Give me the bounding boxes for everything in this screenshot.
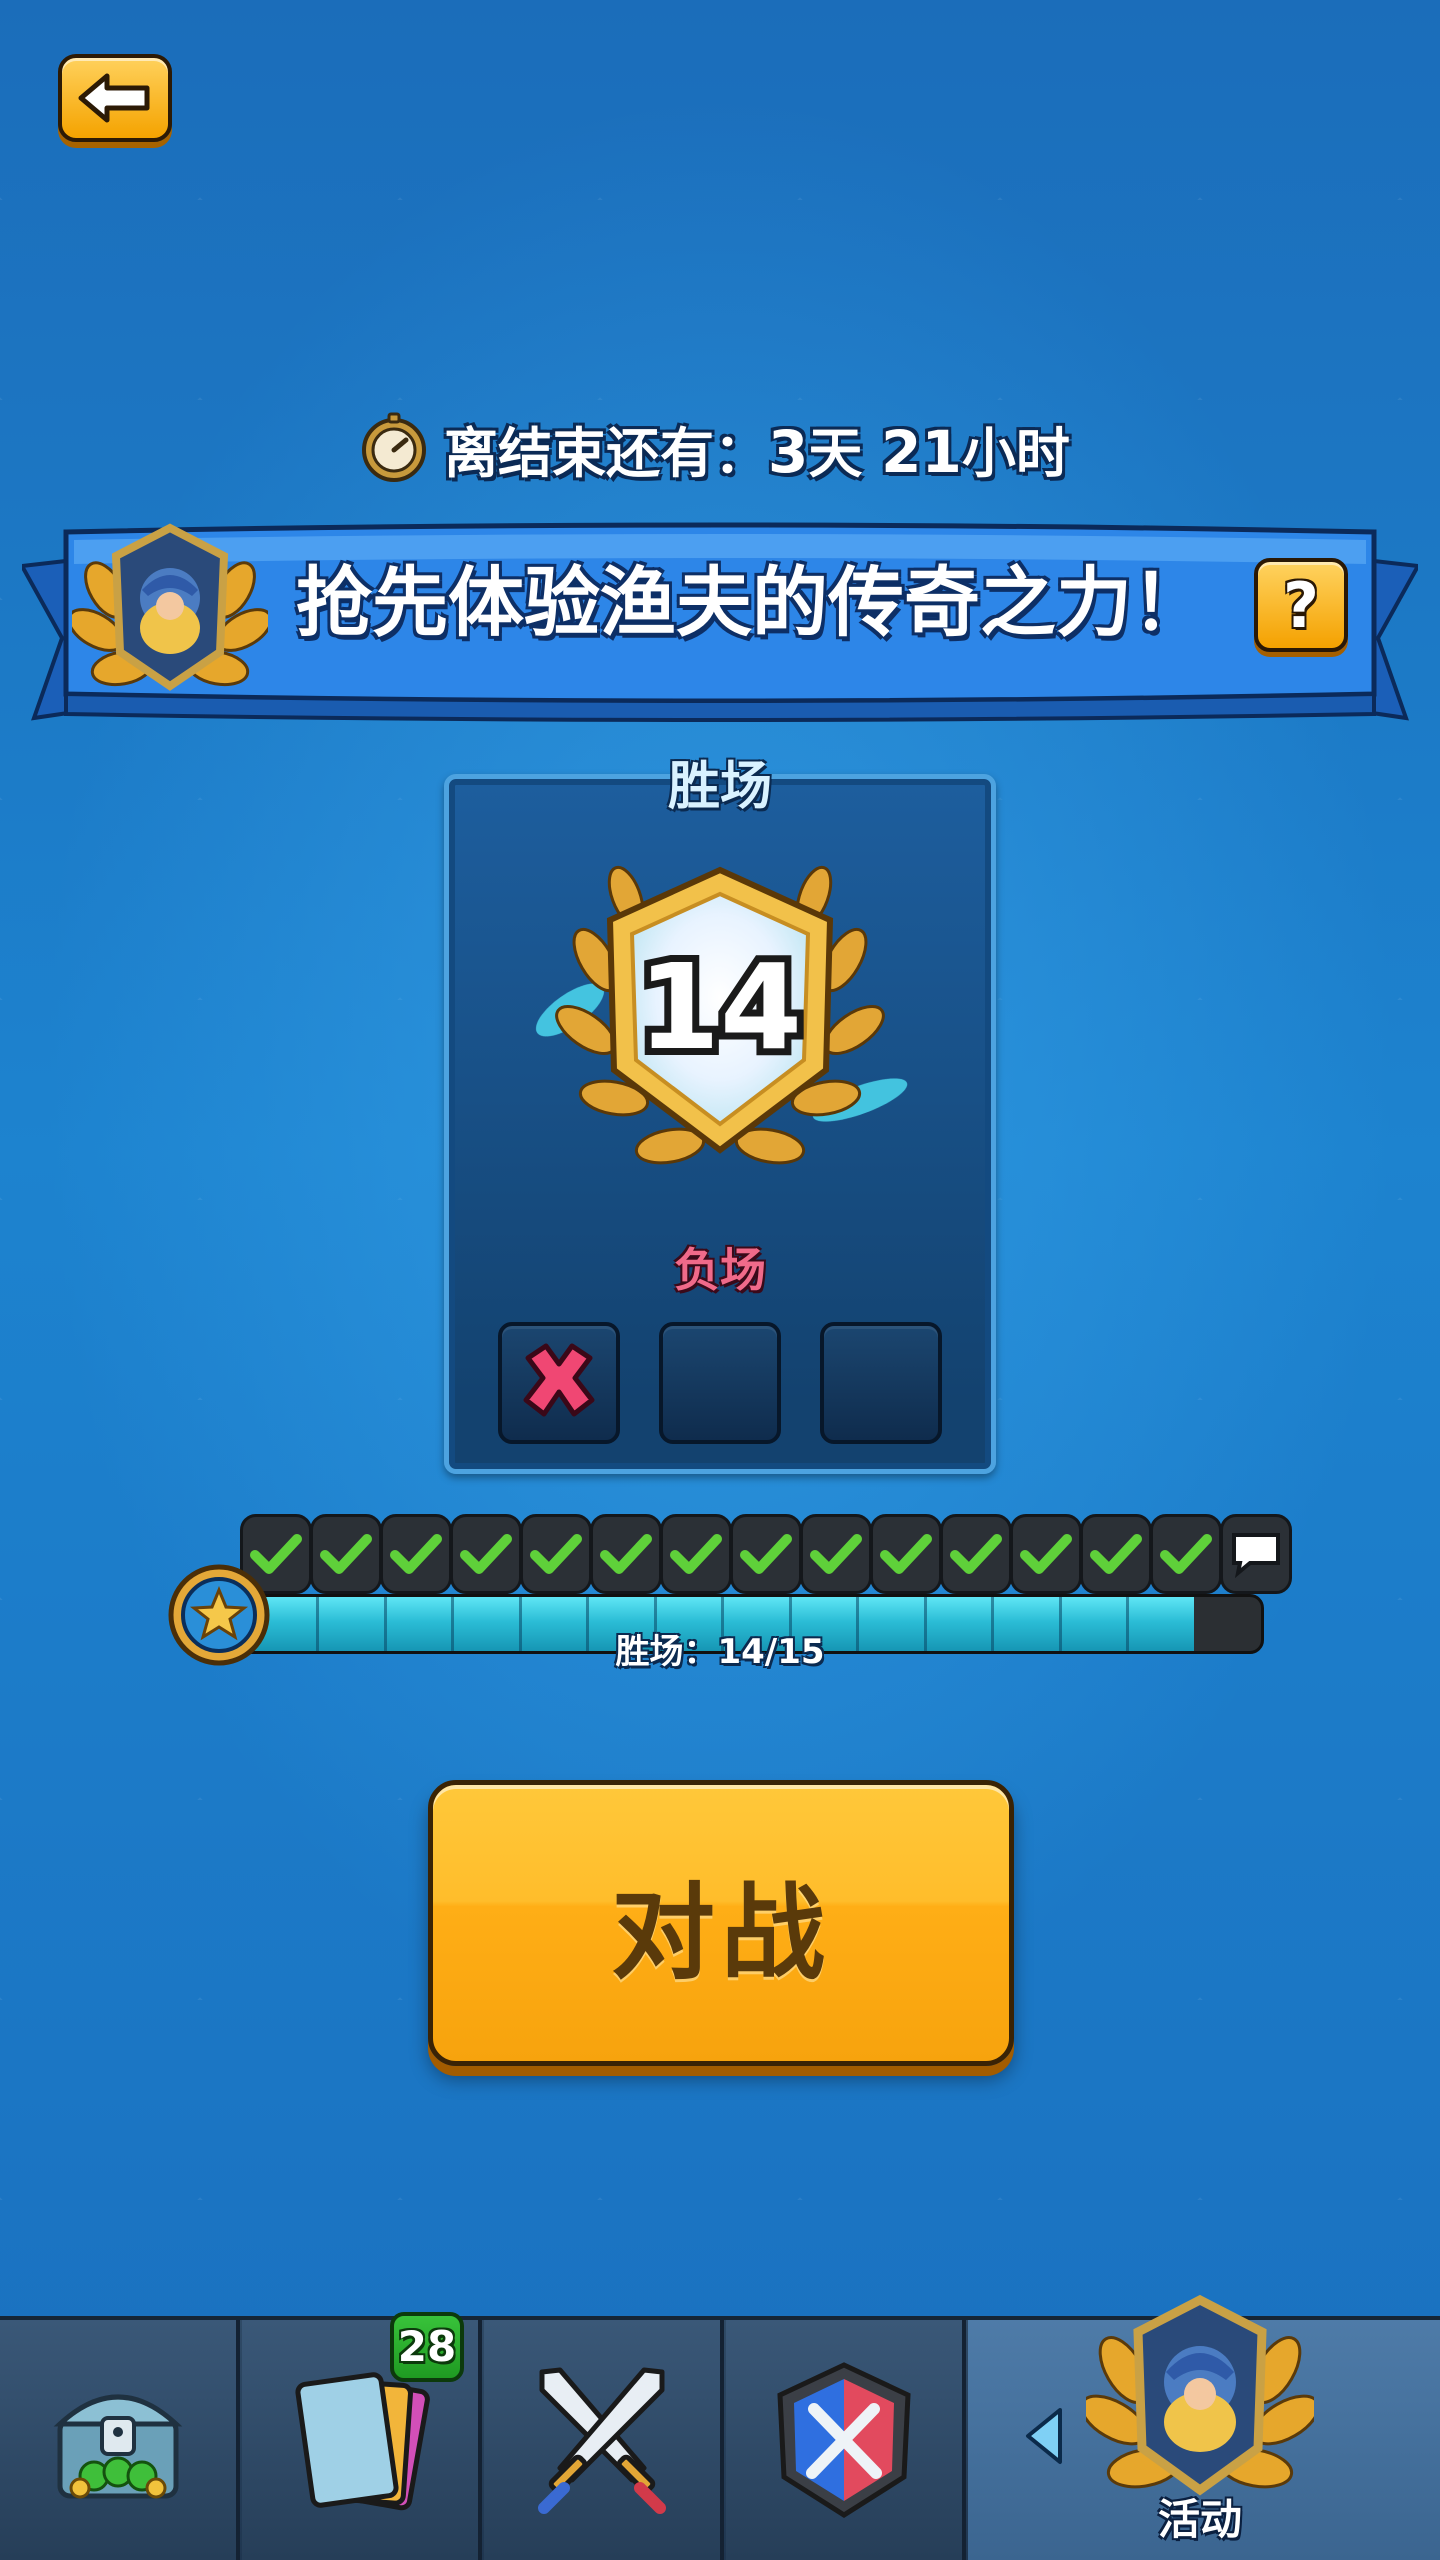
x-mark-icon <box>523 1343 595 1417</box>
arrow-left-icon <box>78 73 150 123</box>
timer-days-unit: 天 <box>808 421 863 485</box>
loss-slot-3 <box>820 1322 942 1444</box>
progress-segment-divider <box>316 1597 319 1651</box>
checkmark-icon <box>1160 1534 1212 1574</box>
final-reward-slot <box>1220 1514 1292 1594</box>
treasure-chest-icon <box>53 2394 183 2499</box>
timer-hours: 21 <box>881 417 962 486</box>
checkmark-icon <box>320 1534 372 1574</box>
win-check-slot <box>800 1514 872 1594</box>
wins-badge: 14 <box>535 865 908 1165</box>
win-check-slot <box>380 1514 452 1594</box>
progress-segment-divider <box>1059 1597 1062 1651</box>
star-medal-icon <box>168 1564 270 1666</box>
crossed-swords-icon <box>538 2367 666 2514</box>
fisherman-laurel-emblem-icon <box>1086 2294 1314 2496</box>
win-check-slot <box>590 1514 662 1594</box>
win-check-slot <box>660 1514 732 1594</box>
event-title: 抢先体验渔夫的传奇之力！ <box>296 558 1208 647</box>
checkmark-icon <box>670 1534 722 1574</box>
win-check-slot <box>730 1514 802 1594</box>
checkmark-icon <box>600 1534 652 1574</box>
tab-events-label: 活动 <box>1157 2495 1242 2544</box>
tab-shop[interactable] <box>0 2320 240 2560</box>
timer-prefix: 离结束还有： <box>444 421 768 485</box>
win-check-slot <box>520 1514 592 1594</box>
checkmark-icon <box>460 1534 512 1574</box>
fisherman-laurel-emblem-icon <box>72 523 268 691</box>
battle-button[interactable]: 对战 <box>428 1780 1014 2066</box>
checkmark-icon <box>1090 1534 1142 1574</box>
progress-segment-divider <box>384 1597 387 1651</box>
tab-battle[interactable] <box>484 2320 724 2560</box>
win-checks <box>240 1514 1308 1600</box>
speech-bubble-icon <box>1232 1533 1280 1579</box>
win-check-slot <box>310 1514 382 1594</box>
win-check-slot <box>1080 1514 1152 1594</box>
win-check-slot <box>1010 1514 1082 1594</box>
progress-label: 胜场：14/15 <box>615 1632 825 1672</box>
timer-days: 3 <box>768 417 809 486</box>
event-timer: 离结束还有：3天 21小时 <box>358 408 1088 488</box>
battle-button-label: 对战 <box>610 1871 831 1994</box>
loss-slot-2 <box>659 1322 781 1444</box>
checkmark-icon <box>880 1534 932 1574</box>
progress-segment-divider <box>1126 1597 1129 1651</box>
clan-shield-icon <box>777 2362 911 2518</box>
win-check-slot <box>1150 1514 1222 1594</box>
losses-label: 负场 <box>674 1243 766 1297</box>
timer-hours-unit: 小时 <box>961 421 1070 485</box>
checkmark-icon <box>1020 1534 1072 1574</box>
help-button[interactable]: ? <box>1254 558 1348 652</box>
stopwatch-icon <box>362 412 426 482</box>
wins-label: 胜场 <box>667 757 772 817</box>
win-check-slot <box>870 1514 942 1594</box>
wins-count: 14 <box>638 938 802 1076</box>
checkmark-icon <box>530 1534 582 1574</box>
checkmark-icon <box>740 1534 792 1574</box>
checkmark-icon <box>390 1534 442 1574</box>
loss-slot-1 <box>498 1322 620 1444</box>
checkmark-icon <box>950 1534 1002 1574</box>
checkmark-icon <box>810 1534 862 1574</box>
tab-clan[interactable] <box>726 2320 966 2560</box>
win-check-slot <box>450 1514 522 1594</box>
cards-badge: 28 <box>390 2312 464 2382</box>
arrow-left-small-icon[interactable] <box>1020 2404 1068 2468</box>
back-button[interactable] <box>58 54 172 142</box>
win-check-slot <box>940 1514 1012 1594</box>
